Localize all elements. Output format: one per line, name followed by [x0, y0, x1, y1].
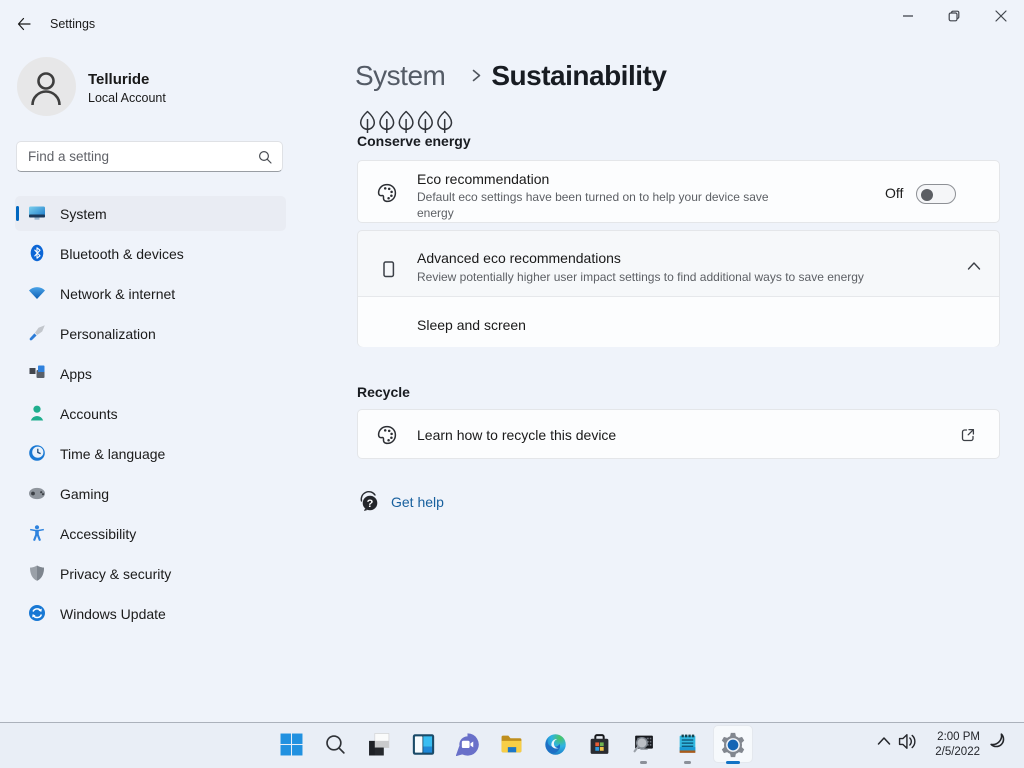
svg-text:?: ?	[367, 498, 374, 510]
